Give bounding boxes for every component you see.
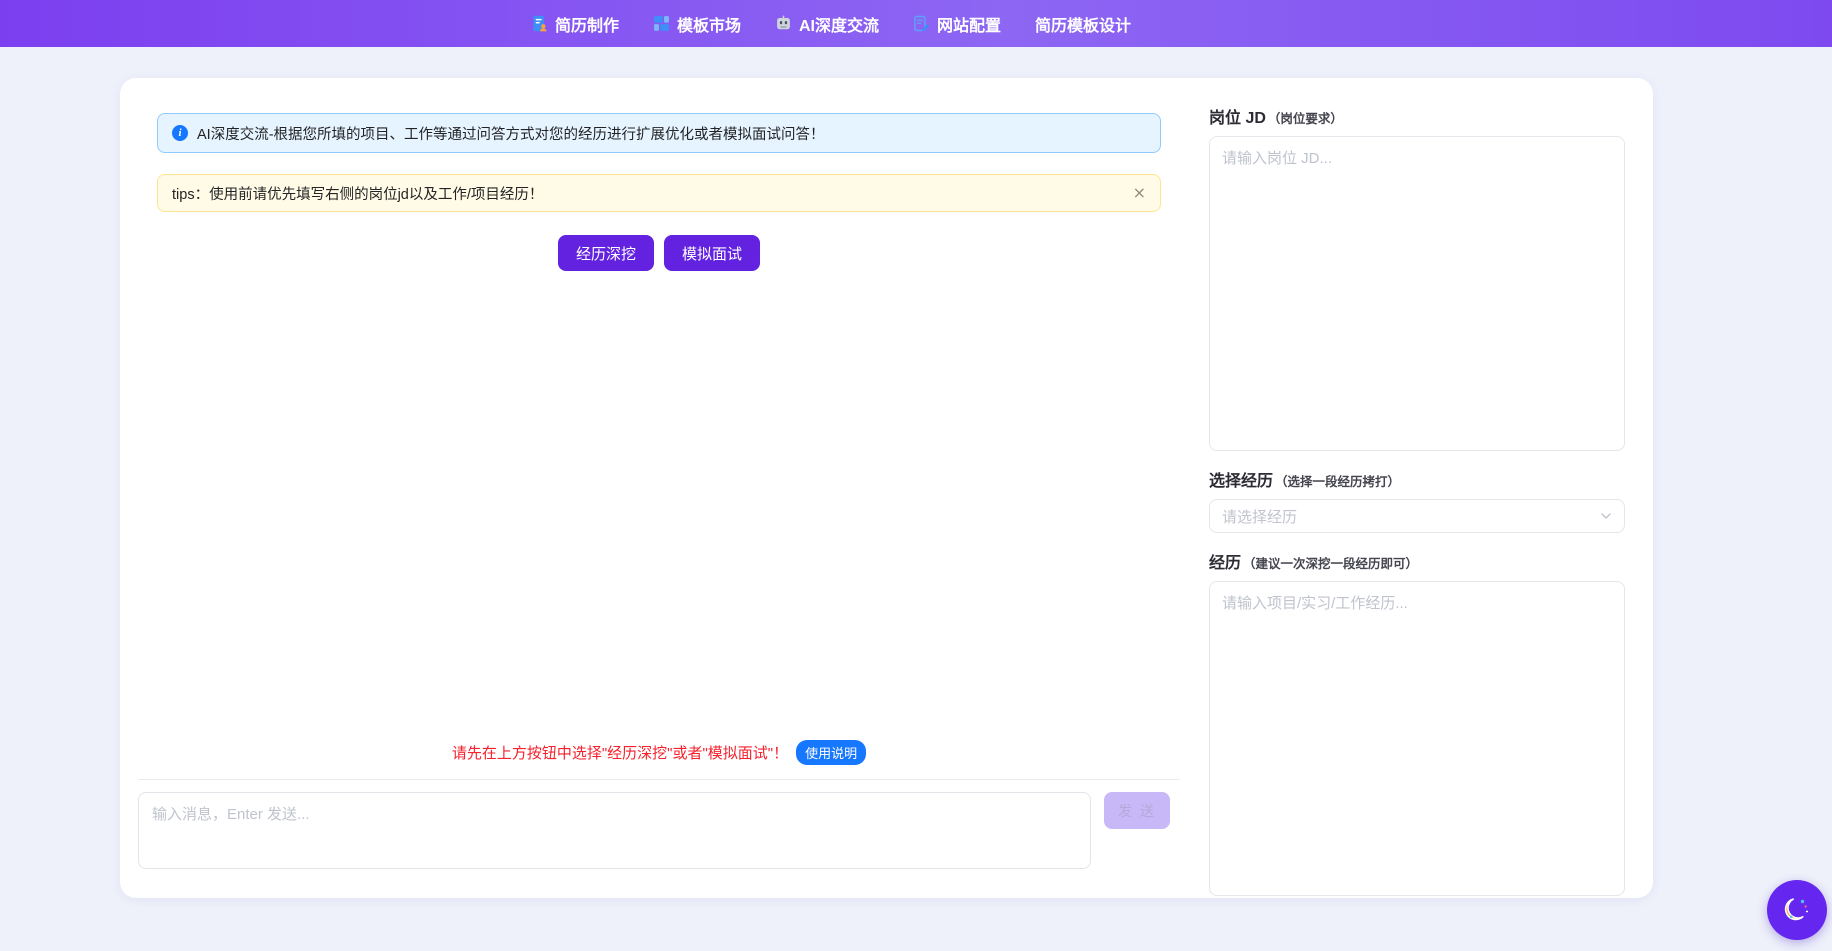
nav-item-label: 网站配置 xyxy=(937,12,1001,36)
send-button[interactable]: 发 送 xyxy=(1104,792,1170,829)
tips-alert: tips：使用前请优先填写右侧的岗位jd以及工作/项目经历！ × xyxy=(157,174,1161,212)
experience-textarea[interactable] xyxy=(1209,581,1625,896)
nav-item-site-config[interactable]: 网站配置 xyxy=(913,12,1001,36)
mock-interview-button[interactable]: 模拟面试 xyxy=(664,235,760,271)
mode-buttons: 经历深挖 模拟面试 xyxy=(138,235,1180,271)
tips-alert-text: tips：使用前请优先填写右侧的岗位jd以及工作/项目经历！ xyxy=(172,183,543,204)
job-panel: 岗位 JD （岗位要求） 选择经历 （选择一段经历拷打） 请选择经历 经历 （建… xyxy=(1209,78,1625,898)
experience-subtitle: （建议一次深挖一段经历即可） xyxy=(1243,553,1418,572)
select-experience-subtitle: （选择一段经历拷打） xyxy=(1275,471,1400,490)
select-experience-label: 选择经历 （选择一段经历拷打） xyxy=(1209,467,1625,491)
chevron-down-icon xyxy=(1600,510,1612,522)
jd-label-subtitle: （岗位要求） xyxy=(1268,108,1343,127)
nav-item-label: 模板市场 xyxy=(677,12,741,36)
hint-row: 请先在上方按钮中选择"经历深挖"或者"模拟面试"！ 使用说明 xyxy=(138,740,1180,765)
hint-text: 请先在上方按钮中选择"经历深挖"或者"模拟面试"！ xyxy=(452,742,788,763)
select-experience-title: 选择经历 xyxy=(1209,467,1273,491)
info-alert: i AI深度交流-根据您所填的项目、工作等通过问答方式对您的经历进行扩展优化或者… xyxy=(157,113,1161,153)
template-market-icon xyxy=(653,15,670,32)
deep-dig-button[interactable]: 经历深挖 xyxy=(558,235,654,271)
input-divider xyxy=(138,779,1180,780)
nav-item-label: 简历制作 xyxy=(555,12,619,36)
info-alert-text: AI深度交流-根据您所填的项目、工作等通过问答方式对您的经历进行扩展优化或者模拟… xyxy=(197,123,825,144)
message-input[interactable] xyxy=(138,792,1091,869)
nav-item-label: AI深度交流 xyxy=(799,12,879,36)
theme-toggle-button[interactable] xyxy=(1767,880,1827,940)
experience-label: 经历 （建议一次深挖一段经历即可） xyxy=(1209,549,1625,573)
experience-select-placeholder: 请选择经历 xyxy=(1222,506,1297,527)
experience-select[interactable]: 请选择经历 xyxy=(1209,499,1625,533)
site-config-icon xyxy=(913,15,930,32)
close-icon[interactable]: × xyxy=(1133,185,1146,201)
nav-item-resume-builder[interactable]: 简历制作 xyxy=(531,12,619,36)
resume-icon xyxy=(531,15,548,32)
top-nav: 简历制作 模板市场 AI深度交流 xyxy=(0,0,1832,47)
jd-label-title: 岗位 JD xyxy=(1209,104,1266,128)
nav-item-template-design[interactable]: 简历模板设计 xyxy=(1035,12,1131,36)
info-icon: i xyxy=(172,125,188,141)
robot-icon xyxy=(775,15,792,32)
experience-title: 经历 xyxy=(1209,549,1241,573)
main-card: i AI深度交流-根据您所填的项目、工作等通过问答方式对您的经历进行扩展优化或者… xyxy=(120,78,1653,898)
message-input-row: 发 送 xyxy=(138,792,1180,869)
nav-item-ai-chat[interactable]: AI深度交流 xyxy=(775,12,879,36)
usage-instructions-button[interactable]: 使用说明 xyxy=(796,740,866,765)
moon-icon xyxy=(1779,891,1815,930)
jd-textarea[interactable] xyxy=(1209,136,1625,451)
nav-item-template-market[interactable]: 模板市场 xyxy=(653,12,741,36)
nav-item-label: 简历模板设计 xyxy=(1035,12,1131,36)
jd-label: 岗位 JD （岗位要求） xyxy=(1209,104,1625,128)
chat-panel: i AI深度交流-根据您所填的项目、工作等通过问答方式对您的经历进行扩展优化或者… xyxy=(138,113,1180,869)
chat-message-area xyxy=(138,271,1180,740)
